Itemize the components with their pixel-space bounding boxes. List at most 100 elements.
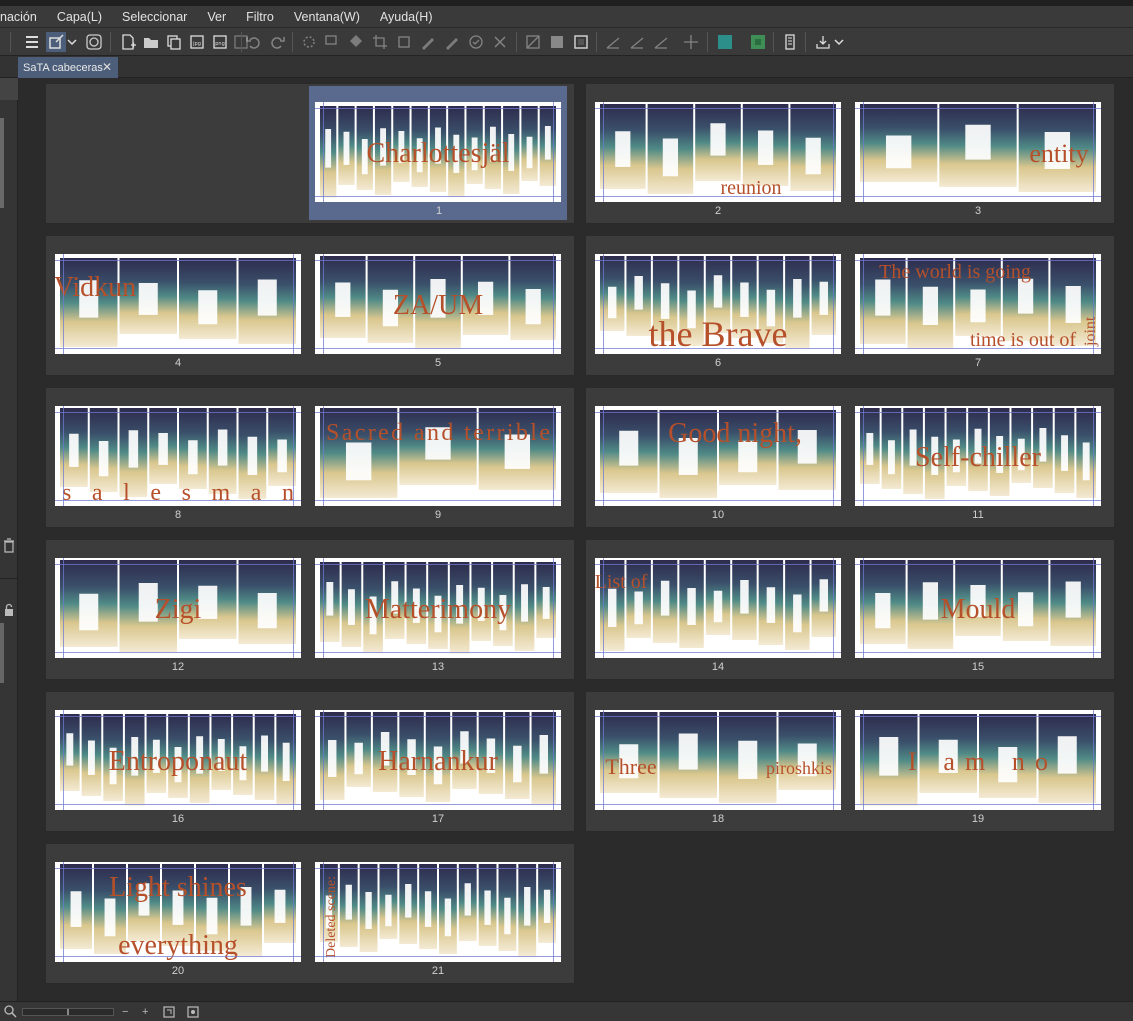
check-icon[interactable]	[466, 32, 486, 52]
page-thumbnail[interactable]: MEATThreepiroshkis	[593, 708, 843, 812]
transform-icon[interactable]	[394, 32, 414, 52]
no-selection-icon[interactable]	[523, 32, 543, 52]
page-thumbnail[interactable]: FRANTIČEKthe Brave	[593, 252, 843, 356]
menu-window[interactable]: Ventana(W)	[284, 10, 370, 24]
trash-icon[interactable]	[2, 538, 16, 554]
frame-guide	[55, 412, 301, 413]
frame-guide	[553, 710, 554, 810]
zoom-slider-handle[interactable]	[67, 1009, 69, 1015]
frame-guide	[55, 716, 301, 717]
page-artwork: WRONGThe world is goingtime is out ofjoi…	[855, 254, 1101, 354]
loading-icon[interactable]	[299, 32, 319, 52]
chevron-down-icon[interactable]	[833, 32, 845, 52]
ruler-alt-icon[interactable]	[627, 32, 647, 52]
page-title-text: Harnankur	[378, 746, 498, 777]
menu-icon[interactable]	[22, 32, 42, 52]
page-thumbnail[interactable]: LINOLEUMs a l e s m a n	[53, 404, 303, 508]
lock-icon[interactable]	[2, 603, 16, 617]
menu-animation[interactable]: nación	[0, 10, 47, 24]
page-number: 20	[171, 965, 185, 977]
close-icon[interactable]	[490, 32, 510, 52]
undo-icon[interactable]	[244, 32, 264, 52]
frame-icon[interactable]	[571, 32, 591, 52]
frame-guide	[595, 804, 841, 805]
frame-guide	[603, 558, 604, 658]
selection-icon[interactable]	[322, 32, 342, 52]
page-number: 6	[714, 357, 722, 369]
art-letter-block	[339, 864, 358, 947]
title-lettering: JOKEI am no	[855, 714, 1101, 810]
toolbar-grip	[10, 32, 11, 52]
page-thumbnail[interactable]: ANNIGood night,	[593, 404, 843, 508]
page-artwork: KHAN'S MOTHERDeleted scene:	[315, 862, 561, 962]
copy-icon[interactable]	[164, 32, 184, 52]
dock-scroll[interactable]	[0, 623, 4, 683]
crop-icon[interactable]	[370, 32, 390, 52]
command-toolbar: jpg png	[0, 28, 1133, 56]
art-letter-block	[60, 408, 88, 487]
zoom-icon[interactable]	[3, 1004, 17, 1021]
zoom-slider[interactable]	[22, 1008, 114, 1016]
page-thumbnail[interactable]: CLASSreunion	[593, 100, 843, 204]
open-folder-icon[interactable]	[141, 32, 161, 52]
pen-alt-icon[interactable]	[442, 32, 462, 52]
page-number: 3	[974, 205, 982, 217]
tab-document[interactable]: SaTA cabeceras ✕	[18, 57, 118, 78]
redo-icon[interactable]	[267, 32, 287, 52]
fill-icon[interactable]	[346, 32, 366, 52]
page-number: 1	[435, 205, 443, 217]
page-artwork: NONentity	[855, 102, 1101, 202]
color-teal-icon[interactable]	[715, 32, 735, 52]
frame-guide	[833, 558, 834, 658]
new-file-icon[interactable]	[118, 32, 138, 52]
page-thumbnail[interactable]: AIRSacred and terrible	[313, 404, 563, 508]
page-thumbnail[interactable]: ABSENTEESList of	[593, 556, 843, 660]
toolbar-separator	[596, 32, 597, 52]
ruler-edit-icon[interactable]	[651, 32, 671, 52]
spiral-icon[interactable]	[84, 32, 104, 52]
frame-guide	[603, 406, 604, 506]
page-thumbnail[interactable]: SELFCHILLERSelf-chiller	[853, 404, 1103, 508]
chevron-down-icon[interactable]	[66, 32, 78, 52]
zoom-in-icon[interactable]: +	[142, 1006, 148, 1018]
export-jpg-icon[interactable]: jpg	[187, 32, 207, 52]
pen-icon[interactable]	[418, 32, 438, 52]
fit-page-icon[interactable]	[162, 1005, 176, 1021]
rotate-icon[interactable]	[186, 1005, 200, 1021]
page-thumbnail[interactable]: ZA/UMZA/UM	[313, 252, 563, 356]
page-thumbnail[interactable]: WRONGThe world is goingtime is out ofjoi…	[853, 252, 1103, 356]
gradient-icon[interactable]	[547, 32, 567, 52]
page-thumbnail[interactable]: ZIGIZigi	[53, 556, 303, 660]
close-icon[interactable]: ✕	[102, 60, 112, 74]
page-thumbnail[interactable]: HIRDVidkun	[53, 252, 303, 356]
export-icon[interactable]	[813, 32, 833, 52]
menu-filter[interactable]: Filtro	[236, 10, 284, 24]
menu-help[interactable]: Ayuda(H)	[370, 10, 443, 24]
title-lettering: ENTROPONAUTEntroponaut	[55, 714, 301, 810]
page-thumbnail[interactable]: HARNANKURHarnankur	[313, 708, 563, 812]
page-thumbnail[interactable]: NONentity	[853, 100, 1103, 204]
export-png-icon[interactable]: png	[210, 32, 230, 52]
menu-layer[interactable]: Capa(L)	[47, 10, 112, 24]
page-artwork: JOKEI am no	[855, 710, 1101, 810]
page-thumbnail[interactable]: JOKEI am no	[853, 708, 1103, 812]
page-thumbnail[interactable]: KHAN'S MOTHERDeleted scene:	[313, 860, 563, 964]
device-icon[interactable]	[780, 32, 800, 52]
page-thumbnail[interactable]: CHARLOTTESJÄLCharlottesjäl	[309, 86, 567, 220]
page-thumbnail[interactable]: MOULDMould	[853, 556, 1103, 660]
page-thumbnail[interactable]: ENTROPONAUTEntroponaut	[53, 708, 303, 812]
art-letter-block	[785, 256, 810, 348]
page-manager-canvas[interactable]: CHARLOTTESJÄLCharlottesjäl 1 CLASSreunion 2…	[18, 78, 1133, 1001]
zoom-out-icon[interactable]: −	[122, 1006, 128, 1018]
menu-select[interactable]: Seleccionar	[112, 10, 197, 24]
move-icon[interactable]	[681, 32, 701, 52]
edit-mode-icon[interactable]	[46, 32, 66, 52]
title-lettering: ZA/UMZA/UM	[315, 256, 561, 354]
menu-view[interactable]: Ver	[197, 10, 236, 24]
title-lettering: ANNIGood night,	[595, 410, 841, 506]
page-thumbnail[interactable]: MATTERIMONYMatterimony	[313, 556, 563, 660]
page-thumbnail[interactable]: THROUGHLight shineseverything	[53, 860, 303, 964]
color-green-icon[interactable]	[748, 32, 768, 52]
ruler-icon[interactable]	[603, 32, 623, 52]
frame-guide	[323, 254, 324, 354]
